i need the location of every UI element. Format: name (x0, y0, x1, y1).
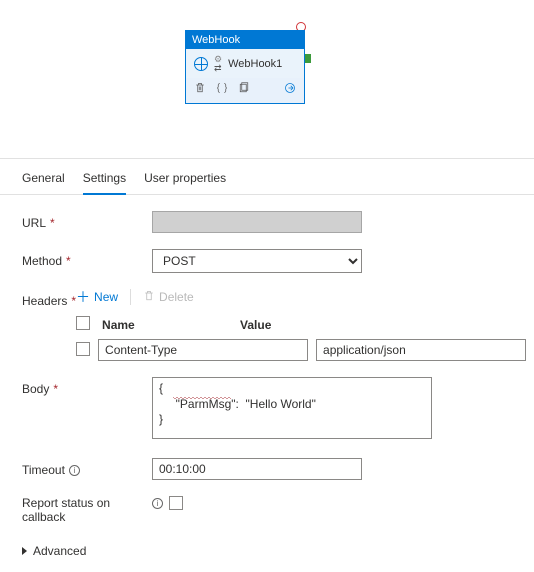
trash-icon (143, 290, 155, 305)
select-all-headers-checkbox[interactable] (76, 316, 90, 330)
timeout-label: Timeout (22, 463, 65, 477)
plus-icon: ＋ (76, 291, 90, 303)
required-asterisk: * (53, 382, 58, 396)
timeout-input[interactable] (152, 458, 362, 480)
advanced-label: Advanced (33, 544, 86, 558)
report-status-checkbox[interactable] (169, 496, 183, 510)
info-icon[interactable]: i (152, 498, 163, 509)
node-type-header: WebHook (186, 31, 304, 49)
delete-header-label: Delete (159, 290, 194, 304)
header-name-input[interactable] (98, 339, 308, 361)
info-icon[interactable]: i (69, 465, 80, 476)
settings-form: URL * Method * POST Headers * ＋ New (0, 195, 534, 572)
header-col-name: Name (102, 318, 232, 332)
method-label: Method (22, 254, 62, 268)
node-name: WebHook1 (228, 58, 282, 70)
delete-icon[interactable] (194, 82, 206, 97)
output-arrow-icon[interactable] (284, 82, 296, 97)
headers-label: Headers (22, 294, 67, 308)
node-body[interactable]: ⚙ ⇄ WebHook1 (186, 49, 304, 78)
tab-settings[interactable]: Settings (83, 165, 126, 195)
property-tabs: General Settings User properties (0, 159, 534, 195)
body-textarea[interactable]: { "ParmMsg": "Hello World" } (152, 377, 432, 439)
header-value-input[interactable] (316, 339, 526, 361)
caret-right-icon (22, 547, 27, 555)
header-col-value: Value (240, 318, 370, 332)
delete-header-button[interactable]: Delete (143, 290, 194, 305)
required-asterisk: * (50, 216, 55, 230)
tab-user-properties[interactable]: User properties (144, 165, 226, 194)
header-row-checkbox[interactable] (76, 342, 90, 356)
url-label: URL (22, 216, 46, 230)
webhook-node[interactable]: WebHook ⚙ ⇄ WebHook1 (185, 30, 305, 104)
code-braces-icon[interactable] (216, 82, 228, 97)
url-input[interactable] (152, 211, 362, 233)
webhook-icon (194, 57, 208, 71)
designer-canvas[interactable]: WebHook ⚙ ⇄ WebHook1 (0, 0, 534, 140)
toolbar-separator (130, 289, 131, 305)
node-output-port[interactable] (305, 54, 311, 63)
advanced-toggle[interactable]: Advanced (22, 540, 512, 562)
body-label: Body (22, 382, 49, 396)
header-row (76, 339, 526, 361)
add-header-button[interactable]: ＋ New (76, 290, 118, 304)
add-header-label: New (94, 290, 118, 304)
required-asterisk: * (66, 254, 71, 268)
node-sub-icons: ⚙ ⇄ (214, 55, 222, 72)
method-select[interactable]: POST (152, 249, 362, 273)
copy-icon[interactable] (238, 82, 250, 97)
report-status-label: Report status on callback (22, 496, 152, 524)
tab-general[interactable]: General (22, 165, 65, 194)
